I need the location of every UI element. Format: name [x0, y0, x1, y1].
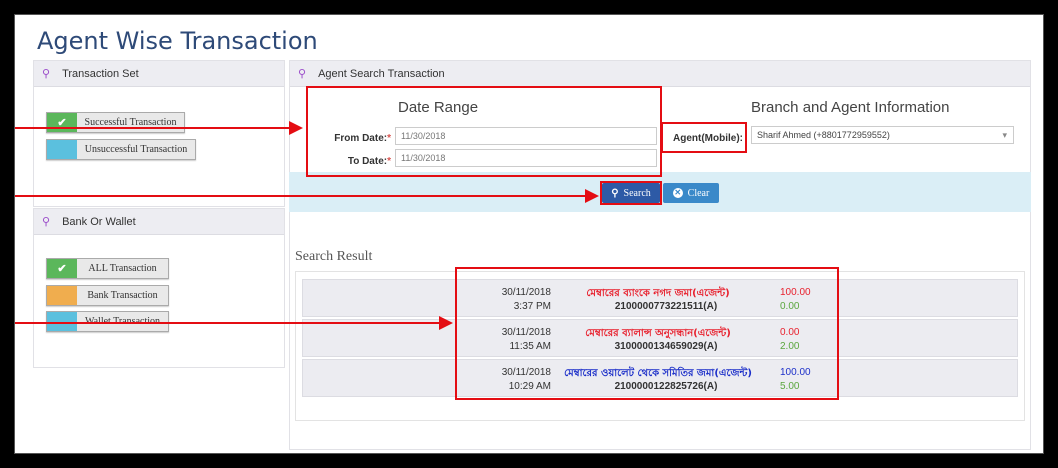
clear-button[interactable]: ✕ Clear [663, 183, 719, 203]
bank-transaction-label: Bank Transaction [87, 290, 158, 301]
table-row[interactable]: 30/11/2018 3:37 PM মেম্বারের ব্যাংকে নগদ… [302, 279, 1018, 317]
successful-transaction-label: Successful Transaction [84, 117, 177, 128]
search-action-bar [289, 172, 1031, 212]
annotation-arrow [15, 195, 585, 197]
successful-transaction-button[interactable]: ✔ Successful Transaction [46, 112, 185, 133]
app-frame: Agent Wise Transaction ⚲ Transaction Set… [14, 14, 1044, 454]
to-date-label: To Date:* [347, 156, 391, 167]
bank-or-wallet-title: Bank Or Wallet [62, 215, 136, 228]
transaction-set-title: Transaction Set [62, 67, 139, 80]
row-charge: 0.00 [780, 301, 800, 312]
from-date-label: From Date:* [334, 133, 391, 144]
transaction-set-header: ⚲ Transaction Set [34, 61, 284, 87]
arrow-head-icon [439, 316, 453, 330]
search-icon: ⚲ [42, 216, 51, 228]
all-transaction-label: ALL Transaction [88, 263, 157, 274]
agent-mobile-label: Agent(Mobile): [673, 133, 743, 144]
row-time: 11:35 AM [509, 341, 551, 352]
row-amount: 100.00 [780, 367, 811, 378]
page-title: Agent Wise Transaction [37, 27, 318, 55]
row-account: 2100000122825726(A) [614, 381, 718, 392]
check-icon: ✔ [47, 113, 77, 132]
annotation-arrow [15, 322, 439, 324]
row-time: 10:29 AM [508, 381, 551, 392]
agent-select[interactable]: Sharif Ahmed (+8801772959552) ▾ [751, 126, 1014, 144]
row-charge: 5.00 [780, 381, 800, 392]
table-row[interactable]: 30/11/2018 10:29 AM মেম্বারের ওয়ালেট থে… [302, 359, 1018, 397]
arrow-head-icon [289, 121, 303, 135]
unsuccessful-transaction-label: Unsuccessful Transaction [84, 144, 188, 155]
row-amount: 100.00 [780, 287, 811, 298]
check-icon: ✔ [47, 259, 77, 278]
agent-search-header: ⚲ Agent Search Transaction [290, 61, 1030, 87]
row-amount: 0.00 [780, 327, 800, 338]
branch-agent-title: Branch and Agent Information [751, 99, 950, 116]
date-range-title: Date Range [398, 99, 479, 116]
row-account: 2100000773221511(A) [614, 301, 718, 312]
transaction-set-panel: ⚲ Transaction Set [33, 60, 285, 207]
close-icon: ✕ [672, 188, 683, 198]
search-result-title: Search Result [295, 249, 373, 264]
annotation-arrow [15, 127, 289, 129]
swatch-icon [47, 286, 77, 305]
search-icon: ⚲ [611, 187, 619, 199]
agent-search-title: Agent Search Transaction [318, 67, 445, 80]
row-account: 3100000134659029(A) [614, 341, 718, 352]
table-row[interactable]: 30/11/2018 11:35 AM মেম্বারের ব্যালান্স … [302, 319, 1018, 357]
unsuccessful-transaction-button[interactable]: Unsuccessful Transaction [46, 139, 196, 160]
arrow-head-icon [585, 189, 599, 203]
row-date: 30/11/2018 [501, 327, 551, 338]
bank-transaction-button[interactable]: Bank Transaction [46, 285, 169, 306]
to-date-input[interactable]: 11/30/2018 [395, 149, 657, 167]
search-label: Search [623, 187, 651, 199]
bank-or-wallet-header: ⚲ Bank Or Wallet [34, 209, 284, 235]
search-icon: ⚲ [42, 68, 51, 80]
row-time: 3:37 PM [513, 301, 551, 312]
chevron-down-icon: ▾ [1002, 129, 1007, 140]
agent-select-value: Sharif Ahmed (+8801772959552) [757, 130, 890, 140]
row-date: 30/11/2018 [501, 367, 551, 378]
all-transaction-button[interactable]: ✔ ALL Transaction [46, 258, 169, 279]
search-button[interactable]: ⚲ Search [602, 183, 660, 203]
from-date-input[interactable]: 11/30/2018 [395, 127, 657, 145]
search-icon: ⚲ [298, 68, 307, 80]
swatch-icon [47, 140, 77, 159]
row-charge: 2.00 [780, 341, 800, 352]
row-date: 30/11/2018 [501, 287, 551, 298]
clear-label: Clear [687, 187, 710, 199]
